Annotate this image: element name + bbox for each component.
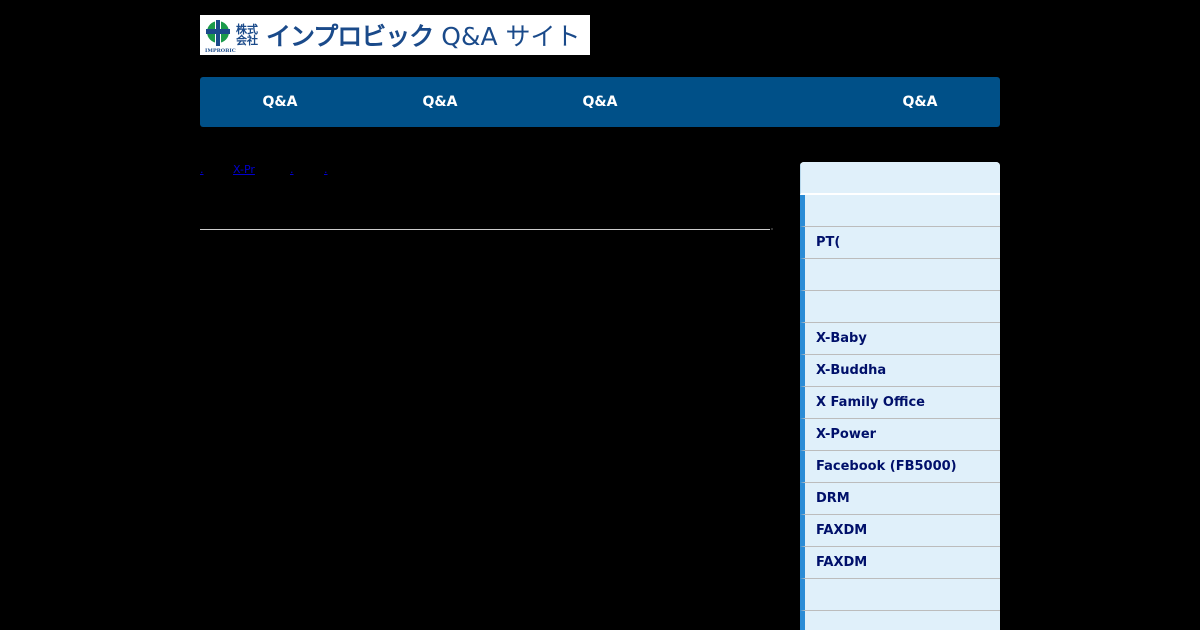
sidebar-item-drm[interactable]: DRM [800, 483, 1000, 515]
sidebar-item-1[interactable] [800, 195, 1000, 227]
nav-item-5[interactable]: Q&A [840, 77, 1000, 127]
divider-end-mark [771, 228, 773, 230]
sidebar-item-x-buddha[interactable]: X-Buddha [800, 355, 1000, 387]
sidebar-menu: PT( X-Baby X-Buddha X Family Office X-Po… [800, 162, 1000, 630]
sidebar-item-14[interactable] [800, 611, 1000, 630]
breadcrumb-link-current[interactable]: . [324, 163, 328, 176]
logo-company-label: 株式会社 [236, 23, 258, 47]
breadcrumb-link-home[interactable]: . [200, 163, 204, 176]
nav-item-4[interactable] [680, 77, 840, 127]
breadcrumb-link-sub[interactable]: . [290, 163, 294, 176]
logo-emblem-icon: IMPROBIC [202, 15, 236, 55]
sidebar-item-facebook[interactable]: Facebook (FB5000) [800, 451, 1000, 483]
sidebar-item-faxdm-2[interactable]: FAXDM [800, 547, 1000, 579]
content-divider [200, 229, 770, 230]
sidebar-item-x-family-office[interactable]: X Family Office [800, 387, 1000, 419]
sidebar-item-x-power[interactable]: X-Power [800, 419, 1000, 451]
sidebar-item-13[interactable] [800, 579, 1000, 611]
breadcrumb: . X-Pr . . [200, 160, 770, 180]
site-logo[interactable]: IMPROBIC 株式会社 インプロビック Q&A サイト [200, 15, 590, 55]
sidebar-item-4[interactable] [800, 291, 1000, 323]
sidebar-item-faxdm-1[interactable]: FAXDM [800, 515, 1000, 547]
sidebar-header [800, 162, 1000, 195]
nav-item-2[interactable]: Q&A [360, 77, 520, 127]
breadcrumb-link-category[interactable]: X-Pr [233, 163, 255, 176]
logo-subtext: IMPROBIC [205, 48, 236, 54]
logo-company-name: インプロビック [266, 22, 434, 51]
main-nav: Q&A Q&A Q&A Q&A [200, 77, 1000, 127]
sidebar-item-x-baby[interactable]: X-Baby [800, 323, 1000, 355]
nav-item-1[interactable]: Q&A [200, 77, 360, 127]
sidebar-item-3[interactable] [800, 259, 1000, 291]
nav-item-3[interactable]: Q&A [520, 77, 680, 127]
sidebar-item-pt[interactable]: PT( [800, 227, 1000, 259]
logo-site-label: Q&A サイト [441, 22, 581, 51]
